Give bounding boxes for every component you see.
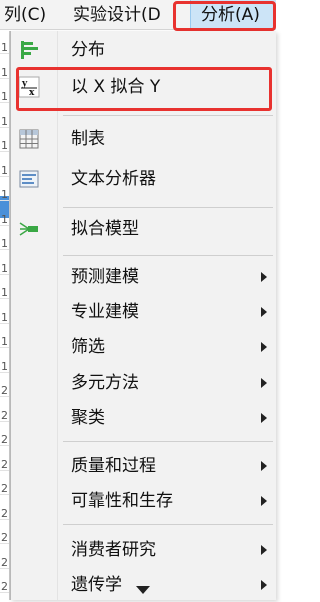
distribution-icon bbox=[21, 41, 38, 59]
submenu-arrow-icon bbox=[261, 378, 267, 388]
submenu-arrow-icon bbox=[261, 580, 267, 590]
menu-item-label: 遗传学 bbox=[71, 575, 122, 595]
grid-row-number: 2 bbox=[1, 408, 8, 422]
submenu-arrow-icon bbox=[261, 307, 267, 317]
menu-item-specialized-modeling[interactable]: 专业建模 bbox=[11, 295, 277, 329]
grid-row-number: 1 bbox=[1, 41, 8, 54]
menu-item-predictive-modeling[interactable]: 预测建模 bbox=[11, 260, 277, 294]
submenu-arrow-icon bbox=[261, 342, 267, 352]
grid-row-number: 1 bbox=[1, 163, 8, 177]
grid-row-number: 2 bbox=[1, 482, 8, 495]
menu-item-label: 分布 bbox=[71, 40, 105, 60]
menu-item-label: 以 X 拟合 Y bbox=[71, 77, 161, 97]
menu-item-label: 文本分析器 bbox=[71, 169, 156, 189]
submenu-arrow-icon bbox=[261, 413, 267, 423]
grid-row-number: 2 bbox=[1, 457, 8, 471]
grid-row-number: 1 bbox=[1, 359, 8, 373]
menu-item-genetics[interactable]: 遗传学 bbox=[11, 568, 277, 602]
menu-separator bbox=[63, 524, 273, 525]
menu-item-distribution[interactable]: 分布 bbox=[11, 33, 277, 67]
menu-separator bbox=[63, 115, 273, 116]
menu-item-label: 消费者研究 bbox=[71, 540, 156, 560]
menu-item-label: 制表 bbox=[71, 129, 105, 149]
menu-separator bbox=[63, 441, 273, 442]
analyze-dropdown-menu: 分布 y x 以 X 拟合 Y 制表 文本分析器 拟合模型 预测建模 专业建模 … bbox=[10, 31, 276, 600]
grid-row-number: 2 bbox=[1, 531, 8, 544]
menu-item-screening[interactable]: 筛选 bbox=[11, 330, 277, 364]
menu-column[interactable]: 列(C) bbox=[4, 0, 46, 30]
grid-row-number: 1 bbox=[1, 212, 8, 226]
menu-item-clustering[interactable]: 聚类 bbox=[11, 401, 277, 435]
menu-item-label: 聚类 bbox=[71, 408, 105, 428]
fit-model-icon bbox=[19, 222, 38, 236]
menu-item-label: 预测建模 bbox=[71, 267, 139, 287]
grid-row-number: 2 bbox=[1, 580, 8, 593]
grid-row-number: 2 bbox=[1, 384, 8, 397]
grid-row-number: 1 bbox=[1, 261, 8, 275]
submenu-arrow-icon bbox=[261, 272, 267, 282]
submenu-arrow-icon bbox=[261, 496, 267, 506]
grid-row-number: 2 bbox=[1, 506, 8, 520]
menu-item-label: 专业建模 bbox=[71, 302, 139, 322]
menu-item-fit-y-by-x[interactable]: y x 以 X 拟合 Y bbox=[11, 70, 277, 104]
menu-item-label: 拟合模型 bbox=[71, 219, 139, 239]
grid-row-number: 1 bbox=[1, 237, 8, 250]
menu-item-fit-model[interactable]: 拟合模型 bbox=[11, 212, 277, 246]
data-grid-edge: 1 1 1 1 1 1 1 1 1 1 1 1 1 1 2 2 2 2 2 2 2 2 2 bbox=[0, 31, 10, 600]
menu-item-label: 质量和过程 bbox=[71, 456, 156, 476]
text-explorer-icon bbox=[19, 170, 39, 188]
grid-row-number: 1 bbox=[1, 65, 8, 79]
grid-row-number: 1 bbox=[1, 335, 8, 348]
menu-analyze[interactable]: 分析(A) bbox=[190, 0, 276, 30]
menu-item-label: 多元方法 bbox=[71, 373, 139, 393]
grid-row-number: 1 bbox=[1, 90, 8, 103]
menu-experiment-design[interactable]: 实验设计(D bbox=[73, 0, 161, 30]
menu-item-reliability-and-survival[interactable]: 可靠性和生存 bbox=[11, 484, 277, 518]
menu-separator bbox=[63, 207, 273, 208]
menu-item-tabulate[interactable]: 制表 bbox=[11, 122, 277, 156]
menu-separator bbox=[63, 255, 273, 256]
fit-y-by-x-icon: y x bbox=[18, 76, 40, 98]
menu-item-label: 筛选 bbox=[71, 337, 105, 357]
submenu-arrow-icon bbox=[261, 545, 267, 555]
menu-item-quality-and-process[interactable]: 质量和过程 bbox=[11, 449, 277, 483]
svg-text:x: x bbox=[29, 88, 35, 98]
menu-bar: 列(C) 实验设计(D 分析(A) bbox=[0, 0, 276, 30]
submenu-arrow-icon bbox=[261, 461, 267, 471]
grid-row-number: 1 bbox=[1, 188, 8, 201]
grid-row-number: 1 bbox=[1, 139, 8, 152]
grid-row-number: 1 bbox=[1, 286, 8, 299]
menu-item-text-explorer[interactable]: 文本分析器 bbox=[11, 162, 277, 196]
grid-row-number: 2 bbox=[1, 433, 8, 446]
grid-row-number: 1 bbox=[1, 310, 8, 324]
grid-row-number: 1 bbox=[1, 114, 8, 128]
menu-item-label: 可靠性和生存 bbox=[71, 491, 173, 511]
scroll-down-arrow-icon[interactable] bbox=[136, 586, 150, 594]
menu-item-multivariate-methods[interactable]: 多元方法 bbox=[11, 366, 277, 400]
tabulate-icon bbox=[19, 129, 39, 149]
grid-row-number: 2 bbox=[1, 555, 8, 569]
menu-item-consumer-research[interactable]: 消费者研究 bbox=[11, 533, 277, 567]
